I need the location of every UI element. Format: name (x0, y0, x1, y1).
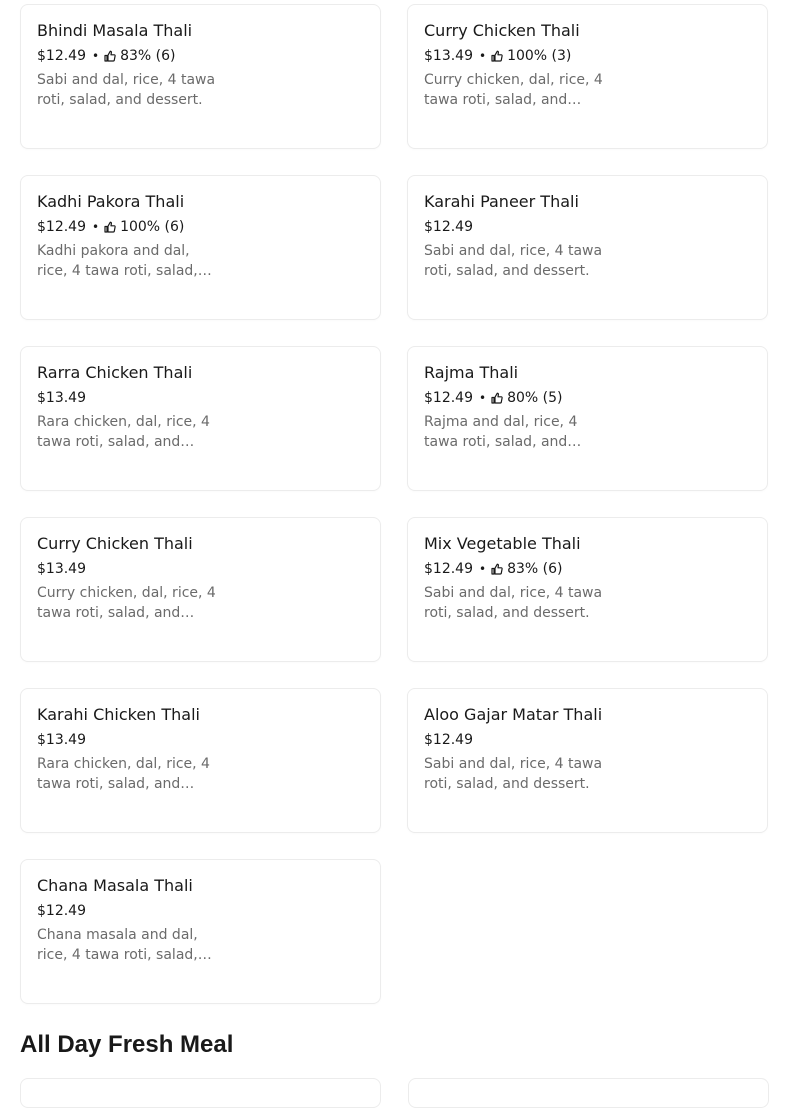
item-rating: 83% (6) (120, 48, 176, 64)
item-meta: $13.49 • 100% (3) (424, 47, 571, 65)
item-name: Mix Vegetable Thali (424, 534, 581, 553)
item-meta: $12.49 • 83% (6) (424, 560, 562, 578)
item-name: Aloo Gajar Matar Thali (424, 705, 603, 724)
item-meta: $12.49 • 80% (5) (424, 389, 562, 407)
separator-dot: • (479, 49, 487, 63)
item-price: $12.49 (424, 561, 473, 577)
menu-item-card-peek[interactable] (408, 1078, 769, 1108)
item-name: Kadhi Pakora Thali (37, 192, 185, 211)
item-name: Curry Chicken Thali (424, 21, 580, 40)
section-title: All Day Fresh Meal (20, 1031, 234, 1058)
item-name: Rajma Thali (424, 363, 519, 382)
separator-dot: • (92, 220, 100, 234)
item-meta: $12.49 (424, 731, 473, 749)
menu-item-card[interactable]: Rarra Chicken Thali $13.49 Rara chicken, d… (20, 346, 381, 491)
menu-item-card[interactable]: Kadhi Pakora Thali $12.49 • 100% (6) Kadhi p… (20, 175, 381, 320)
thumbs-up-icon (104, 221, 116, 233)
thumbs-up-icon (491, 392, 503, 404)
item-meta: $13.49 (37, 731, 86, 749)
item-meta: $12.49 (424, 218, 473, 236)
item-name: Bhindi Masala Thali (37, 21, 193, 40)
item-description: Sabi and dal, rice, 4 tawa roti, salad, … (424, 756, 603, 792)
item-price: $12.49 (424, 390, 473, 406)
item-rating: 100% (6) (120, 219, 185, 235)
item-price: $12.49 (424, 732, 473, 748)
item-description: Sabi and dal, rice, 4 tawa roti, salad, … (424, 585, 603, 621)
menu-item-card-peek[interactable] (20, 1078, 381, 1108)
menu-item-card[interactable]: Aloo Gajar Matar Thali $12.49 Sabi and dal… (407, 688, 768, 833)
item-name: Karahi Paneer Thali (424, 192, 579, 211)
item-meta: $13.49 (37, 389, 86, 407)
item-description: Rara chicken, dal, rice, 4 tawa roti, sa… (37, 414, 210, 450)
item-meta: $12.49 (37, 902, 86, 920)
menu-item-card[interactable]: Karahi Chicken Thali $13.49 Rara chicken, … (20, 688, 381, 833)
item-name: Karahi Chicken Thali (37, 705, 200, 724)
menu-item-card[interactable]: Karahi Paneer Thali $12.49 Sabi and dal, r… (407, 175, 768, 320)
item-rating: 80% (5) (507, 390, 563, 406)
item-meta: $12.49 • 83% (6) (37, 47, 175, 65)
item-description: Rajma and dal, rice, 4 tawa roti, salad,… (424, 414, 582, 450)
item-description: Curry chicken, dal, rice, 4 tawa roti, s… (37, 585, 216, 621)
separator-dot: • (479, 391, 487, 405)
item-meta: $13.49 (37, 560, 86, 578)
item-description: Sabi and dal, rice, 4 tawa roti, salad, … (37, 72, 216, 108)
item-price: $12.49 (37, 903, 86, 919)
item-rating: 100% (3) (507, 48, 572, 64)
item-description: Sabi and dal, rice, 4 tawa roti, salad, … (424, 243, 603, 279)
item-description: Rara chicken, dal, rice, 4 tawa roti, sa… (37, 756, 210, 792)
menu-item-card[interactable]: Rajma Thali $12.49 • 80% (5) Rajma and dal, … (407, 346, 768, 491)
item-description: Curry chicken, dal, rice, 4 tawa roti, s… (424, 72, 603, 108)
separator-dot: • (479, 562, 487, 576)
separator-dot: • (92, 49, 100, 63)
menu-item-card[interactable]: Curry Chicken Thali $13.49 Curry chicken, … (20, 517, 381, 662)
menu-item-card[interactable]: Bhindi Masala Thali $12.49 • 83% (6) Sabi an… (20, 4, 381, 149)
item-description: Kadhi pakora and dal, rice, 4 tawa roti,… (37, 243, 212, 279)
item-rating: 83% (6) (507, 561, 563, 577)
item-description: Chana masala and dal, rice, 4 tawa roti,… (37, 927, 212, 963)
thumbs-up-icon (491, 50, 503, 62)
item-name: Curry Chicken Thali (37, 534, 193, 553)
thumbs-up-icon (491, 563, 503, 575)
item-price: $12.49 (37, 48, 86, 64)
item-price: $13.49 (424, 48, 473, 64)
item-name: Rarra Chicken Thali (37, 363, 193, 382)
menu-item-card[interactable]: Curry Chicken Thali $13.49 • 100% (3) Curry … (407, 4, 768, 149)
thumbs-up-icon (104, 50, 116, 62)
item-name: Chana Masala Thali (37, 876, 193, 895)
item-price: $13.49 (37, 561, 86, 577)
item-price: $12.49 (424, 219, 473, 235)
item-price: $12.49 (37, 219, 86, 235)
item-price: $13.49 (37, 732, 86, 748)
menu-item-card[interactable]: Chana Masala Thali $12.49 Chana masala and… (20, 859, 381, 1004)
menu-item-card[interactable]: Mix Vegetable Thali $12.49 • 83% (6) Sabi an… (407, 517, 768, 662)
item-meta: $12.49 • 100% (6) (37, 218, 184, 236)
item-price: $13.49 (37, 390, 86, 406)
